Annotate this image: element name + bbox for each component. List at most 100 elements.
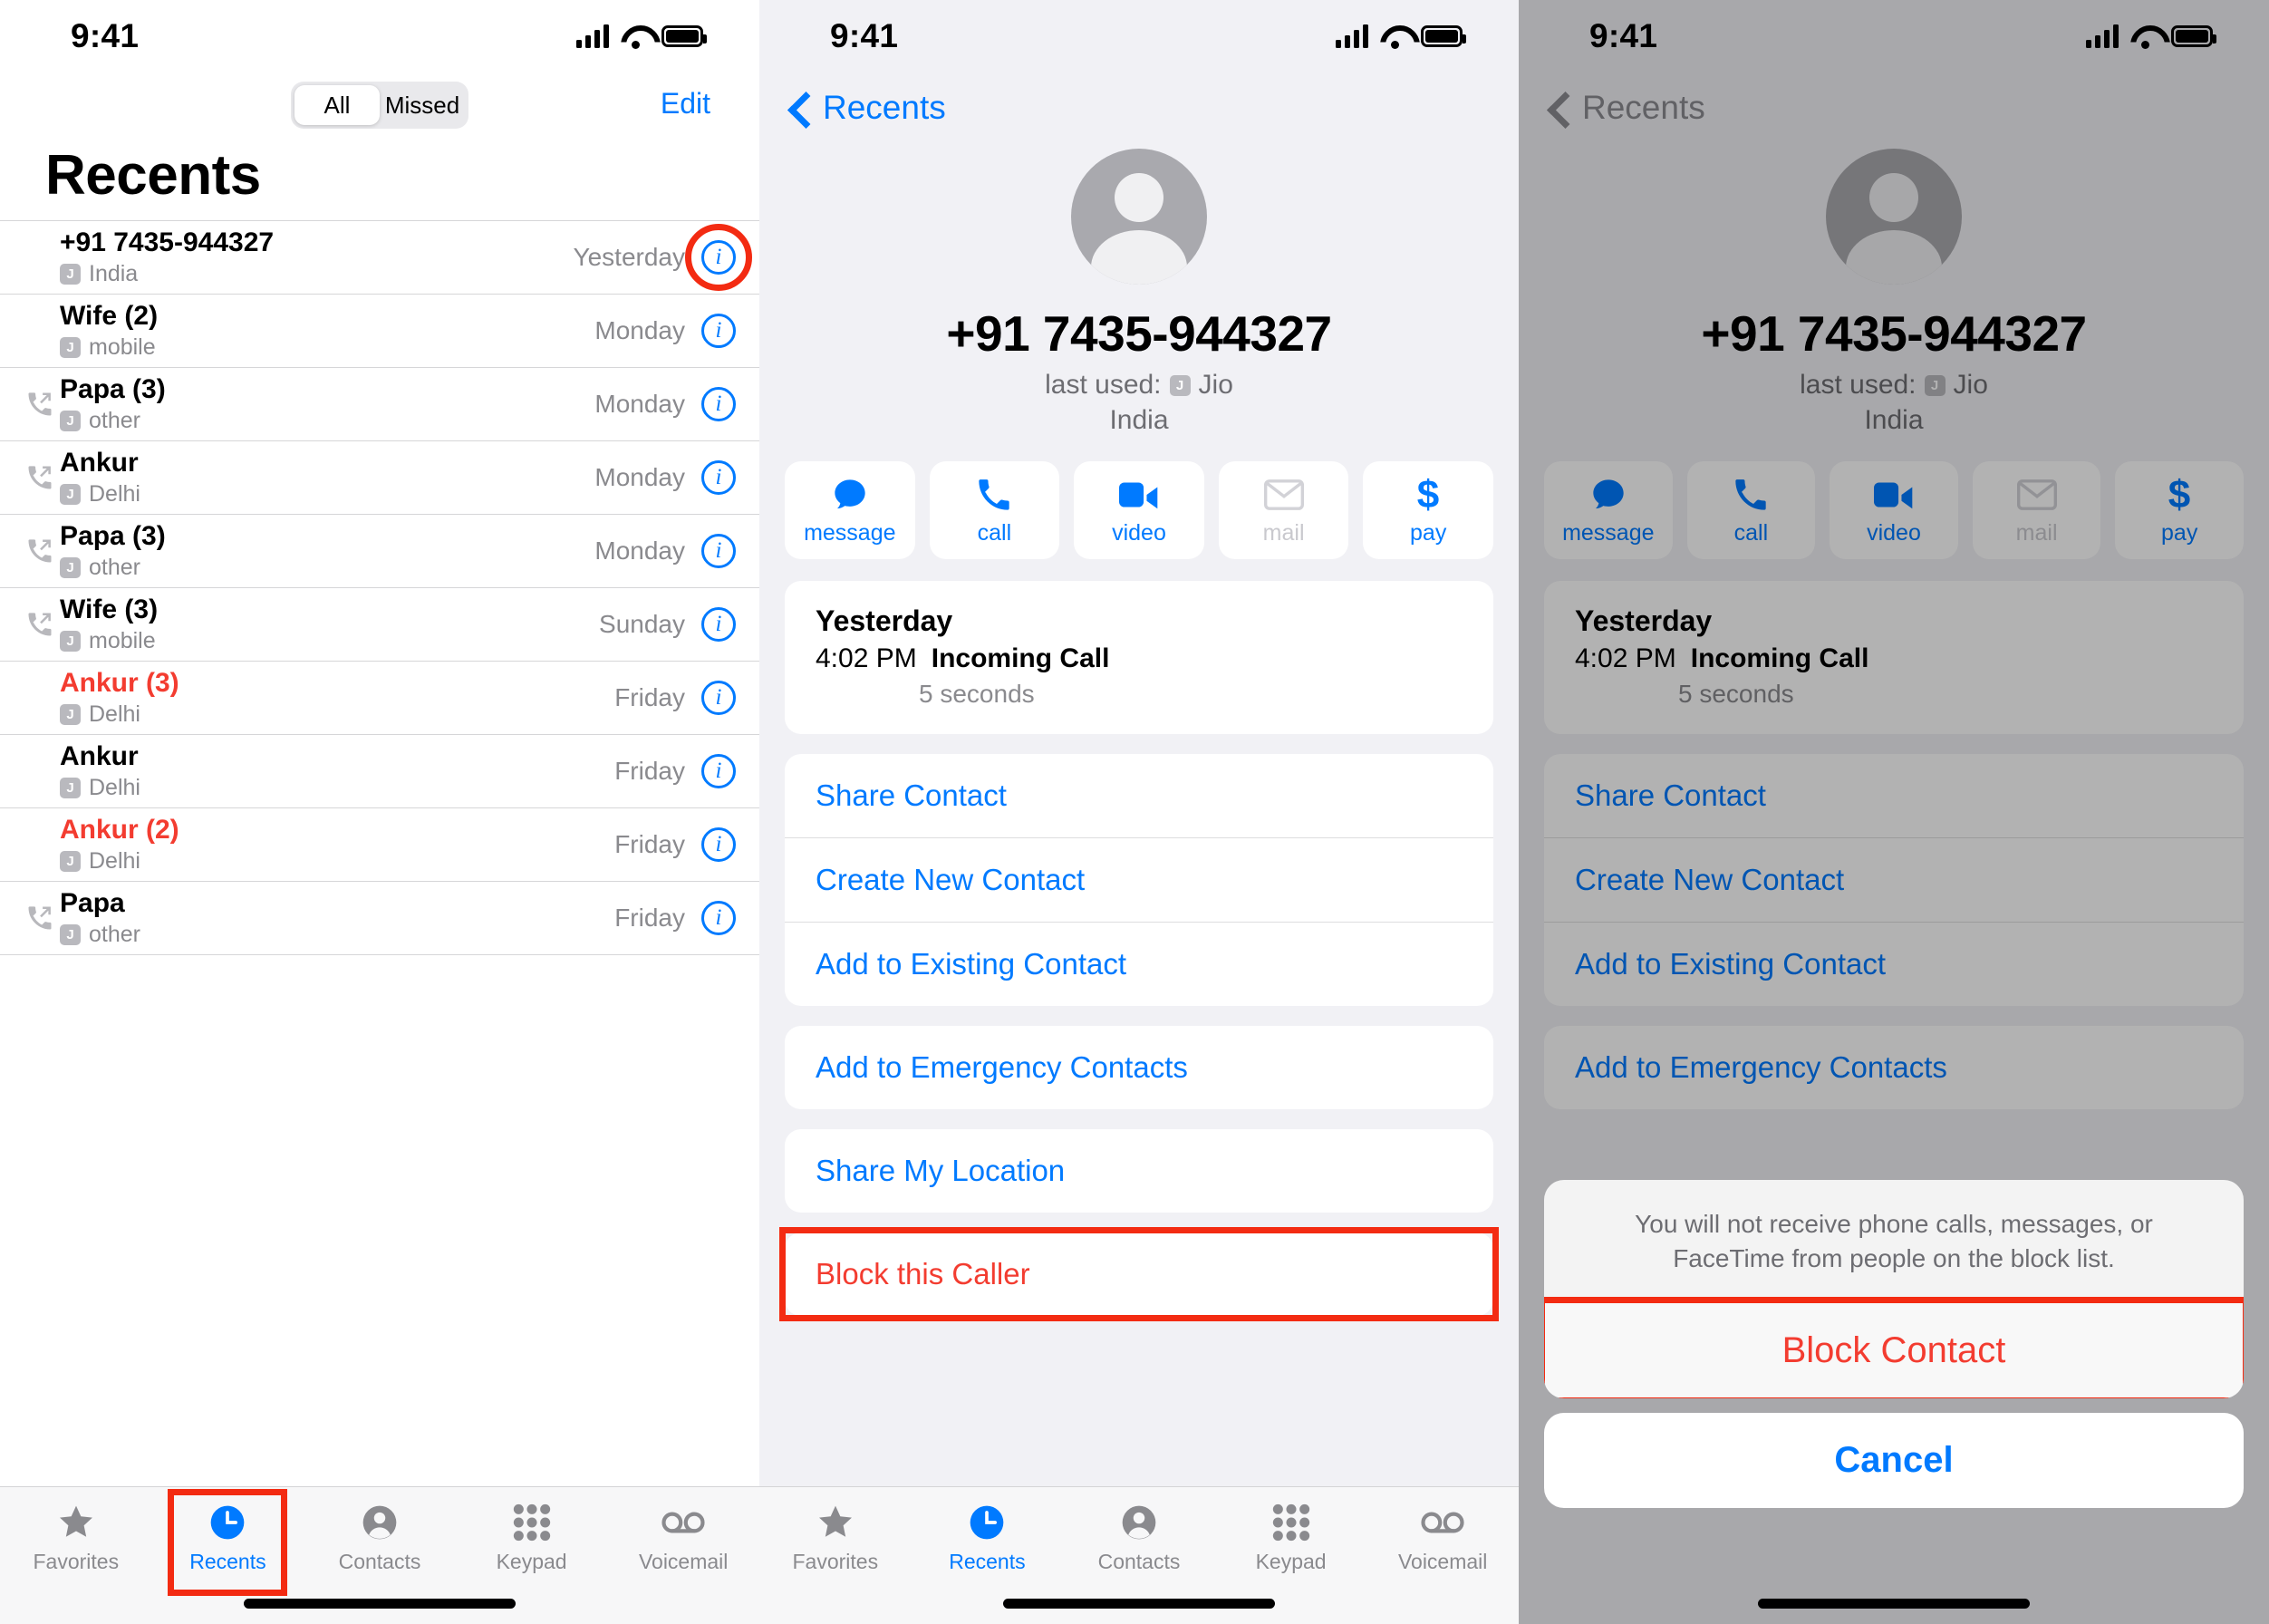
tab-label: Voicemail xyxy=(638,1550,729,1573)
envelope-icon xyxy=(2016,475,2057,515)
action-pay[interactable]: $ pay xyxy=(1363,461,1493,559)
call-list-item[interactable]: +91 7435-944327 J India Yesterday i xyxy=(0,221,759,295)
clock-icon xyxy=(208,1502,247,1543)
contact-phone-number: +91 7435-944327 xyxy=(946,305,1332,362)
panel-block-confirmation: 9:41 Recents +91 7435-944327 last used: … xyxy=(1519,0,2269,1624)
wifi-icon xyxy=(2130,25,2159,49)
star-icon xyxy=(56,1502,96,1543)
cellular-signal-icon xyxy=(576,24,609,48)
call-info-button[interactable]: i xyxy=(701,754,736,788)
action-video[interactable]: video xyxy=(1830,461,1958,559)
call-contact-name: Ankur xyxy=(60,448,139,478)
tab-contacts[interactable]: Contacts xyxy=(304,1502,456,1574)
tab-recents[interactable]: Recents xyxy=(912,1502,1064,1574)
tab-favorites[interactable]: Favorites xyxy=(0,1502,152,1574)
call-list-item[interactable]: Papa J other Friday i xyxy=(0,882,759,955)
navigation-bar: Recents xyxy=(1519,72,2269,132)
block-this-caller-button[interactable]: Block this Caller xyxy=(785,1232,1493,1316)
tab-recents[interactable]: Recents xyxy=(152,1489,304,1596)
call-contact-name: Ankur (3) xyxy=(60,668,179,699)
status-bar-time: 9:41 xyxy=(1589,17,1658,54)
action-call[interactable]: call xyxy=(929,461,1060,559)
call-list-item[interactable]: Wife (2) J mobile Monday i xyxy=(0,295,759,368)
tab-label: Favorites xyxy=(33,1550,120,1573)
call-line-label: mobile xyxy=(89,627,156,653)
call-list-item[interactable]: Ankur J Delhi Monday i xyxy=(0,441,759,515)
call-list-item[interactable]: Papa (3) J other Monday i xyxy=(0,368,759,441)
cancel-button[interactable]: Cancel xyxy=(1544,1413,2244,1508)
home-indicator xyxy=(1003,1599,1275,1609)
outgoing-call-icon xyxy=(20,537,60,565)
panel-recents-list: 9:41 All Missed Edit Recents +91 7435-94… xyxy=(0,0,759,1624)
action-label: pay xyxy=(1410,519,1447,546)
call-list-item[interactable]: Wife (3) J mobile Sunday i xyxy=(0,588,759,662)
dollar-icon: $ xyxy=(1415,475,1442,515)
call-list-item[interactable]: Ankur (2) J Delhi Friday i xyxy=(0,808,759,882)
carrier-badge-icon: J xyxy=(60,630,81,652)
tab-favorites[interactable]: Favorites xyxy=(759,1502,912,1574)
call-info-button[interactable]: i xyxy=(701,607,736,642)
tab-keypad[interactable]: Keypad xyxy=(1215,1502,1367,1574)
menu-item-create-new-contact[interactable]: Create New Contact xyxy=(1544,837,2244,922)
tab-keypad[interactable]: Keypad xyxy=(456,1502,608,1574)
contact-phone-number: +91 7435-944327 xyxy=(1701,305,2087,362)
call-timestamp: Yesterday xyxy=(573,243,686,271)
history-type: Incoming Call xyxy=(1690,643,1869,673)
menu-item-add-to-existing-contact[interactable]: Add to Existing Contact xyxy=(785,922,1493,1006)
action-call[interactable]: call xyxy=(1686,461,1816,559)
call-info-button[interactable]: i xyxy=(701,681,736,715)
person-icon xyxy=(360,1502,400,1543)
call-line-label: Delhi xyxy=(89,847,140,874)
block-caller-wrapper: Block this Caller xyxy=(779,1227,1499,1321)
call-list-item[interactable]: Papa (3) J other Monday i xyxy=(0,515,759,588)
call-timestamp: Monday xyxy=(594,390,685,418)
navigation-bar[interactable]: Recents xyxy=(759,72,1519,132)
carrier-badge-icon: J xyxy=(60,336,81,358)
action-message[interactable]: message xyxy=(785,461,915,559)
history-type: Incoming Call xyxy=(931,643,1110,673)
segment-all[interactable]: All xyxy=(294,85,380,125)
edit-button[interactable]: Edit xyxy=(661,87,710,121)
voicemail-icon xyxy=(660,1502,707,1543)
history-time: 4:02 PM xyxy=(816,643,917,673)
menu-item-add-to-emergency-contacts[interactable]: Add to Emergency Contacts xyxy=(785,1026,1493,1109)
back-button-label[interactable]: Recents xyxy=(823,89,946,127)
status-bar: 9:41 xyxy=(0,0,759,72)
call-info-button[interactable]: i xyxy=(701,387,736,421)
call-info-button[interactable]: i xyxy=(701,827,736,862)
menu-item-share-my-location[interactable]: Share My Location xyxy=(785,1129,1493,1213)
action-message[interactable]: message xyxy=(1544,461,1673,559)
history-time: 4:02 PM xyxy=(1575,643,1676,673)
call-info-button[interactable]: i xyxy=(701,460,736,495)
call-info-button[interactable]: i xyxy=(701,901,736,935)
svg-text:$: $ xyxy=(2168,475,2190,515)
action-video[interactable]: video xyxy=(1074,461,1204,559)
block-contact-button[interactable]: Block Contact xyxy=(1544,1302,2244,1398)
envelope-icon xyxy=(1263,475,1304,515)
contact-country: India xyxy=(1109,405,1169,435)
call-list-item[interactable]: Ankur (3) J Delhi Friday i xyxy=(0,662,759,735)
history-entry: 4:02 PM Incoming Call xyxy=(785,643,1493,674)
call-info-button[interactable]: i xyxy=(701,240,736,275)
action-pay[interactable]: $ pay xyxy=(2115,461,2244,559)
history-date: Yesterday xyxy=(1575,604,1713,637)
segment-missed[interactable]: Missed xyxy=(380,85,465,125)
tab-voicemail[interactable]: Voicemail xyxy=(1366,1502,1519,1574)
menu-item-add-to-existing-contact[interactable]: Add to Existing Contact xyxy=(1544,922,2244,1006)
status-bar-time: 9:41 xyxy=(830,17,899,54)
tab-voicemail[interactable]: Voicemail xyxy=(607,1502,759,1574)
tab-contacts[interactable]: Contacts xyxy=(1063,1502,1215,1574)
video-camera-icon xyxy=(1873,475,1914,515)
menu-item-share-contact[interactable]: Share Contact xyxy=(1544,754,2244,837)
call-item-subtitle: J other xyxy=(60,922,614,948)
menu-item-share-contact[interactable]: Share Contact xyxy=(785,754,1493,837)
call-filter-segmented-control[interactable]: All Missed xyxy=(291,82,468,129)
menu-item-create-new-contact[interactable]: Create New Contact xyxy=(785,837,1493,922)
tab-label: Recents xyxy=(189,1550,266,1573)
call-info-button[interactable]: i xyxy=(701,314,736,348)
home-indicator xyxy=(1758,1599,2030,1609)
menu-item-add-to-emergency-contacts[interactable]: Add to Emergency Contacts xyxy=(1544,1026,2244,1109)
call-list-item[interactable]: Ankur J Delhi Friday i xyxy=(0,735,759,808)
call-contact-name: Ankur (2) xyxy=(60,815,179,846)
call-info-button[interactable]: i xyxy=(701,534,736,568)
